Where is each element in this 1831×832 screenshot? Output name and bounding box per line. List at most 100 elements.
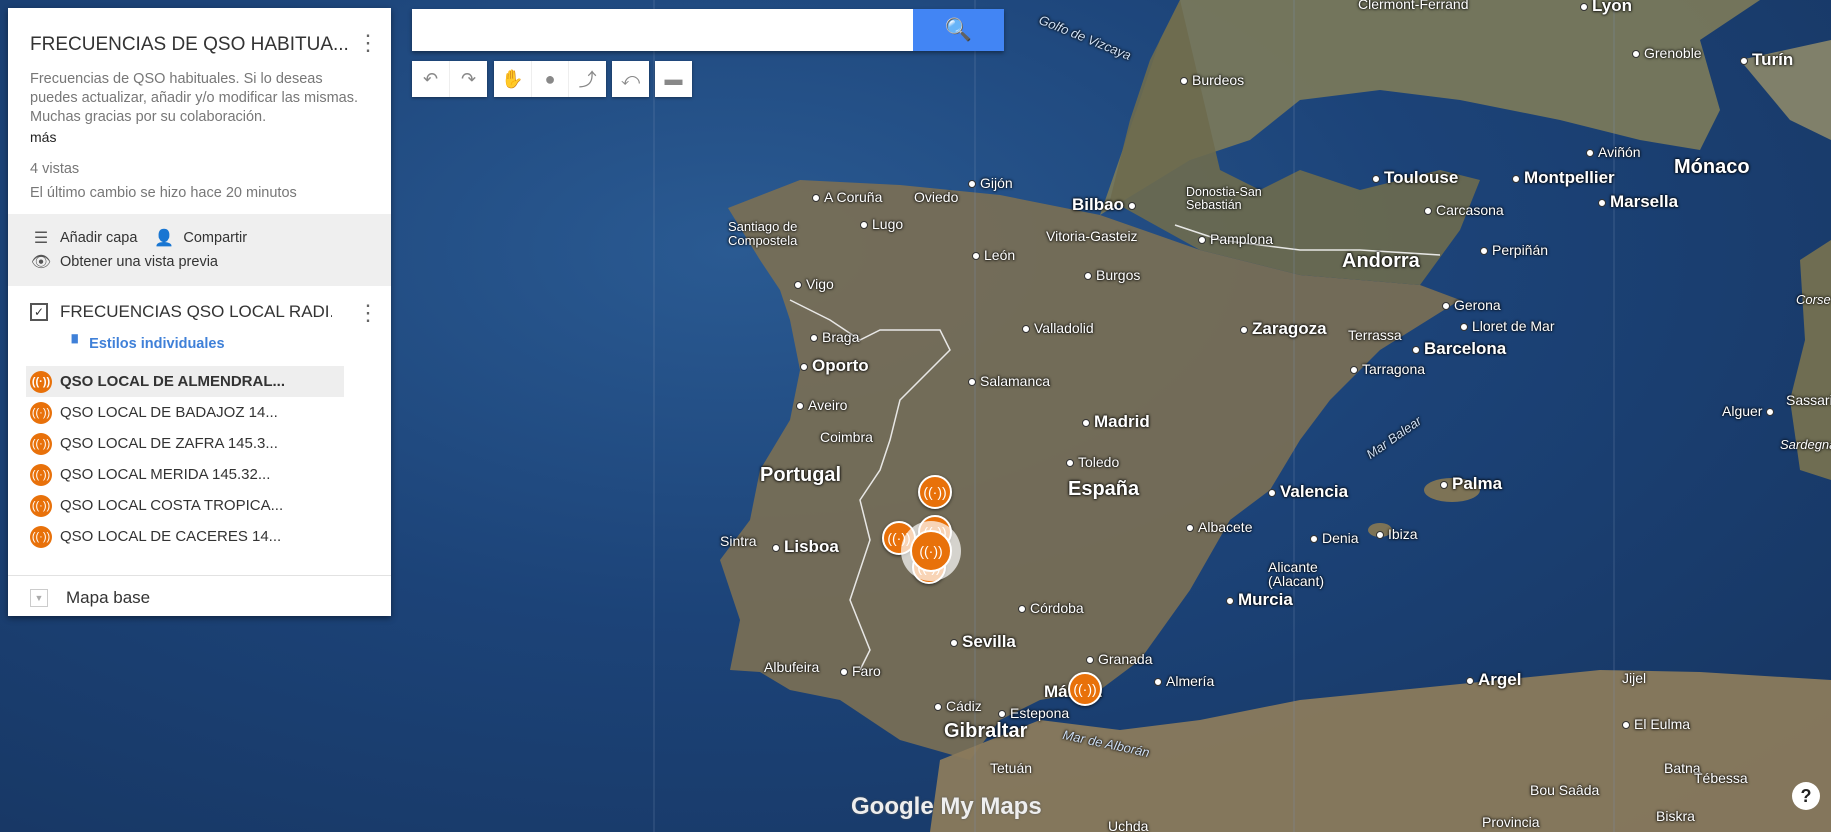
label-coruna: A Coruña <box>812 189 882 205</box>
draw-line-button[interactable]: ⤴ <box>569 61 606 97</box>
search-button[interactable]: 🔍 <box>913 9 1004 51</box>
paint-roller-icon: ▘ <box>72 336 84 352</box>
redo-icon: ↷ <box>460 68 477 89</box>
undo-button[interactable]: ↶ <box>412 61 450 97</box>
add-layer-button[interactable]: ☰ Añadir capa <box>30 228 138 248</box>
toolbar-measure: ▬ <box>655 61 692 97</box>
list-item[interactable]: ((·)) QSO LOCAL COSTA TROPICA... <box>26 490 369 521</box>
label-gibraltar: Gibraltar <box>944 720 1028 742</box>
list-item[interactable]: ((·)) QSO LOCAL MERIDA 145.32... <box>26 459 369 490</box>
list-item[interactable]: ((·)) QSO LOCAL DE BADAJOZ 14... <box>26 397 369 428</box>
label-cordoba: Córdoba <box>1018 600 1084 616</box>
label-biskra: Biskra <box>1656 808 1695 824</box>
label-bilbao: Bilbao <box>1072 195 1140 215</box>
layer-items: ((·)) QSO LOCAL DE ALMENDRAL... ((·)) QSO … <box>26 366 369 552</box>
label-oviedo: Oviedo <box>914 189 959 205</box>
label-lyon: Lyon <box>1580 0 1632 16</box>
layer-visibility-checkbox[interactable]: ✓ <box>30 303 48 321</box>
more-link[interactable]: más <box>30 129 369 145</box>
label-burgos: Burgos <box>1084 267 1140 283</box>
layer-title[interactable]: FRECUENCIAS QSO LOCAL RADI... <box>60 302 332 322</box>
label-madrid: Madrid <box>1082 412 1150 432</box>
measure-button[interactable]: ▬ <box>655 61 692 97</box>
marker-icon: ● <box>544 68 556 89</box>
list-item[interactable]: ((·)) QSO LOCAL DE CACERES 14... <box>26 521 369 552</box>
map-options-icon[interactable]: ⋮ <box>357 32 379 54</box>
toolbar-tools: ✋ ● ⤴ <box>494 61 606 97</box>
label-corse: Corse <box>1796 292 1831 307</box>
draw-line-icon: ⤴ <box>578 70 597 90</box>
search-box: 🔍 <box>412 9 1004 51</box>
label-carcasona: Carcasona <box>1424 202 1504 218</box>
directions-icon: ⤺ <box>620 68 641 89</box>
search-input[interactable] <box>412 9 913 51</box>
map-panel: FRECUENCIAS DE QSO HABITUA... ⋮ Frecuenc… <box>8 8 391 616</box>
label-sassari: Sassari <box>1786 392 1831 408</box>
individual-styles-link[interactable]: ▘ Estilos individuales <box>72 336 369 352</box>
help-button[interactable]: ? <box>1792 782 1820 810</box>
label-santiago: Santiago de Compostela <box>728 219 798 248</box>
list-item[interactable]: ((·)) QSO LOCAL DE ALMENDRAL... <box>26 366 344 397</box>
label-espana: España <box>1068 478 1140 500</box>
label-almeria: Almería <box>1154 673 1214 689</box>
label-sevilla: Sevilla <box>950 632 1016 652</box>
label-monaco: Mónaco <box>1674 156 1750 178</box>
map-description: Frecuencias de QSO habituales. Si lo des… <box>30 71 359 125</box>
label-el-eulma: El Eulma <box>1622 716 1690 732</box>
label-murcia: Murcia <box>1226 590 1293 610</box>
preview-button[interactable]: 👁 Obtener una vista previa <box>30 252 218 272</box>
label-albacete: Albacete <box>1186 519 1252 535</box>
layer-section: ✓ FRECUENCIAS QSO LOCAL RADI... ⋮ ▘ Estil… <box>8 286 391 552</box>
toolbar-history: ↶ ↷ <box>412 61 487 97</box>
label-provincia: Provincia <box>1482 814 1540 830</box>
redo-button[interactable]: ↷ <box>450 61 487 97</box>
eye-icon: 👁 <box>30 254 52 271</box>
base-map-label: Mapa base <box>66 588 151 607</box>
toolbar-directions: ⤺ <box>612 61 649 97</box>
label-jijel: Jijel <box>1622 670 1647 686</box>
label-sintra: Sintra <box>720 533 757 549</box>
marker-qso-local-almendral[interactable]: ((·)) <box>910 530 952 572</box>
label-leon: León <box>972 247 1015 263</box>
label-terrassa: Terrassa <box>1348 327 1402 343</box>
list-item[interactable]: ((·)) QSO LOCAL DE ZAFRA 145.3... <box>26 428 369 459</box>
antenna-icon: ((·)) <box>30 494 52 517</box>
label-gijon: Gijón <box>968 175 1013 191</box>
label-alguer: Alguer <box>1722 403 1778 419</box>
antenna-icon: ((·)) <box>30 370 52 393</box>
label-barcelona: Barcelona <box>1412 339 1506 359</box>
base-map-toggle[interactable]: ▼ Mapa base <box>8 575 391 608</box>
label-toledo: Toledo <box>1066 454 1119 470</box>
antenna-icon: ((·)) <box>30 525 52 548</box>
antenna-icon: ((·)) <box>30 432 52 455</box>
label-bou-saada: Bou Saâda <box>1530 782 1600 798</box>
share-button[interactable]: 👤 Compartir <box>153 228 247 248</box>
directions-button[interactable]: ⤺ <box>612 61 649 97</box>
select-button[interactable]: ✋ <box>494 61 532 97</box>
ruler-icon: ▬ <box>664 68 683 89</box>
last-change: El último cambio se hizo hace 20 minutos <box>30 185 297 201</box>
label-vitoria: Vitoria-Gasteiz <box>1046 228 1138 244</box>
layer-options-icon[interactable]: ⋮ <box>357 302 379 324</box>
layers-icon: ☰ <box>33 230 49 247</box>
label-aveiro: Aveiro <box>796 397 847 413</box>
label-albufeira: Albufeira <box>764 659 820 675</box>
marker-qso-local-caceres[interactable]: ((·)) <box>918 475 952 509</box>
label-granada: Granada <box>1086 651 1152 667</box>
label-turin: Turín <box>1740 50 1793 70</box>
google-my-maps-logo: Google My Maps <box>851 793 1042 820</box>
label-tetuan: Tetuán <box>990 760 1033 776</box>
label-faro: Faro <box>840 663 881 679</box>
label-palma: Palma <box>1440 474 1502 494</box>
marker-qso-local-costa-tropical[interactable]: ((·)) <box>1068 672 1102 706</box>
map-title[interactable]: FRECUENCIAS DE QSO HABITUA... <box>30 34 360 56</box>
label-montpellier: Montpellier <box>1512 168 1615 188</box>
label-zaragoza: Zaragoza <box>1240 319 1327 339</box>
label-uchda: Uchda <box>1108 818 1149 832</box>
label-sardegna: Sardegna <box>1780 437 1831 452</box>
label-alicante: Alicante (Alacant) <box>1268 559 1325 589</box>
add-marker-button[interactable]: ● <box>532 61 570 97</box>
label-braga: Braga <box>810 329 859 345</box>
label-avinon: Aviñón <box>1586 144 1641 160</box>
label-oporto: Oporto <box>800 356 869 376</box>
